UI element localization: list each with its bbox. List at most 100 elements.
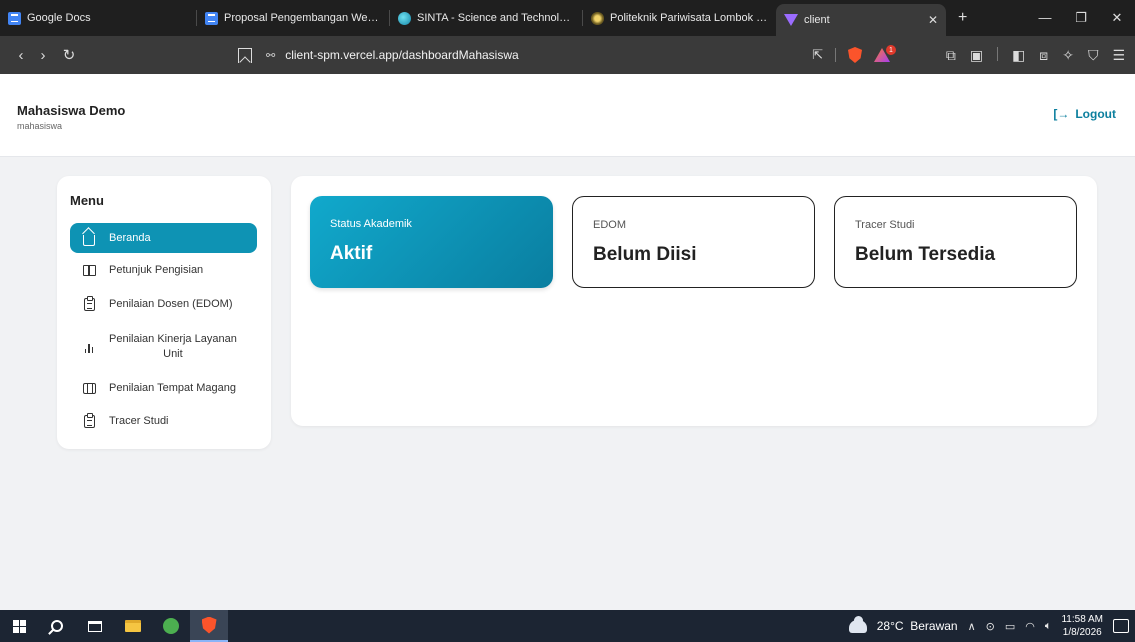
card-value: Aktif — [330, 243, 373, 264]
close-window-button[interactable]: ✕ — [1099, 10, 1135, 26]
battery-icon[interactable]: ▭ — [1005, 620, 1015, 633]
meet-now-icon[interactable]: ⊙ — [986, 620, 995, 633]
menu-icon[interactable]: ☰ — [1112, 47, 1125, 64]
book-icon — [82, 263, 96, 277]
card-value: Belum Tersedia — [855, 244, 996, 265]
card-value: Belum Diisi — [593, 244, 697, 265]
logout-label: Logout — [1075, 107, 1116, 121]
brave-icon — [201, 616, 217, 634]
weather-text[interactable]: 28°C Berawan — [877, 619, 958, 633]
search-icon — [51, 620, 63, 632]
user-role: mahasiswa — [17, 121, 63, 131]
status-akademik-card: Status Akademik Aktif — [310, 196, 553, 288]
sidebar-item-label: Penilaian Kinerja Layanan Unit — [109, 332, 237, 362]
clock[interactable]: 11:58 AM 1/8/2026 — [1061, 613, 1103, 639]
tab-label: SINTA - Science and Technology In — [417, 12, 575, 24]
utorrent-icon — [163, 618, 179, 634]
share-icon[interactable]: ⇱ — [812, 47, 823, 63]
close-tab-icon[interactable]: ✕ — [904, 13, 938, 27]
tab-politeknik[interactable]: Politeknik Pariwisata Lombok - Lo — [583, 0, 776, 36]
task-view-button[interactable] — [76, 610, 114, 642]
sidebar-item-petunjuk-pengisian[interactable]: Petunjuk Pengisian — [70, 262, 257, 278]
sidebar-item-label: Petunjuk Pengisian — [109, 264, 204, 276]
tab-sinta[interactable]: SINTA - Science and Technology In — [390, 0, 583, 36]
sidebar-item-tracer-studi[interactable]: Tracer Studi — [70, 412, 257, 429]
vpn-icon[interactable]: ⛉ — [1088, 47, 1099, 64]
forward-icon[interactable]: › — [32, 47, 54, 64]
google-docs-icon — [205, 11, 218, 25]
weather-icon[interactable] — [848, 615, 867, 633]
browser-toolbar: ‹ › ↻ ⚯ client-spm.vercel.app/dashboardM… — [0, 36, 1135, 74]
bar-chart-icon — [82, 340, 96, 354]
tab-client[interactable]: client ✕ — [776, 4, 946, 36]
minimize-button[interactable]: — — [1027, 10, 1063, 26]
file-explorer-button[interactable] — [114, 610, 152, 642]
reload-icon[interactable]: ↻ — [58, 46, 80, 64]
task-view-icon — [88, 620, 102, 632]
sidebar-item-beranda[interactable]: Beranda — [70, 223, 257, 253]
tab-proposal[interactable]: Proposal Pengembangan Website — [197, 0, 390, 36]
folder-icon — [125, 620, 141, 632]
sidebar-item-label: Beranda — [109, 232, 151, 244]
utorrent-button[interactable] — [152, 610, 190, 642]
sidebar-item-label: Penilaian Dosen (EDOM) — [109, 298, 233, 310]
home-icon — [82, 231, 96, 246]
window-controls: — ❐ ✕ — [1027, 10, 1135, 26]
clipboard-icon — [82, 295, 96, 311]
bookmark-icon[interactable] — [238, 47, 252, 63]
logout-icon: [→ — [1053, 107, 1070, 121]
url-text[interactable]: client-spm.vercel.app/dashboardMahasiswa — [285, 48, 518, 62]
tab-google-docs[interactable]: Google Docs — [0, 0, 197, 36]
user-name: Mahasiswa Demo — [17, 103, 126, 118]
windows-taskbar: 28°C Berawan ∧ ⊙ ▭ ◠ 🔈︎ 11:58 AM 1/8/202… — [0, 610, 1135, 642]
extensions-icon[interactable]: ⧉ — [946, 47, 956, 64]
sidebar-toggle-icon[interactable]: ◧ — [1012, 47, 1025, 64]
sidebar-item-label: Penilaian Tempat Magang — [109, 382, 236, 394]
brave-taskbar-button[interactable] — [190, 610, 228, 642]
logout-button[interactable]: [→ Logout — [1053, 107, 1116, 121]
rewards-badge: 1 — [886, 45, 896, 55]
screenshot-icon[interactable]: ▣ — [970, 47, 983, 64]
sidebar-item-label: Tracer Studi — [109, 415, 169, 427]
brave-shields-icon[interactable] — [848, 47, 862, 63]
tab-label: Google Docs — [27, 12, 91, 24]
card-label: Status Akademik — [330, 218, 412, 230]
tab-label: client — [804, 14, 830, 26]
address-bar[interactable]: ⚯ client-spm.vercel.app/dashboardMahasis… — [266, 41, 906, 69]
menu-title: Menu — [70, 193, 104, 208]
dashboard-panel: Status Akademik Aktif EDOM Belum Diisi T… — [291, 176, 1097, 426]
sidebar-item-penilaian-dosen[interactable]: Penilaian Dosen (EDOM) — [70, 295, 257, 312]
search-button[interactable] — [38, 610, 76, 642]
sidebar-item-penilaian-kinerja[interactable]: Penilaian Kinerja Layanan Unit — [70, 331, 257, 363]
briefcase-icon — [82, 381, 96, 395]
app-header: Mahasiswa Demo mahasiswa [→ Logout — [0, 74, 1135, 157]
vercel-icon — [784, 14, 798, 26]
sidebar-menu: Menu Beranda Petunjuk Pengisian Penilaia… — [57, 176, 271, 449]
new-tab-button[interactable]: + — [946, 9, 979, 27]
chevron-up-icon[interactable]: ∧ — [968, 620, 976, 633]
notifications-icon[interactable] — [1113, 619, 1129, 633]
clock-date: 1/8/2026 — [1062, 627, 1102, 638]
tab-manager-icon[interactable]: ⧈ — [1039, 47, 1048, 64]
card-label: Tracer Studi — [855, 219, 915, 231]
tracer-studi-card: Tracer Studi Belum Tersedia — [834, 196, 1077, 288]
site-settings-icon[interactable]: ⚯ — [266, 49, 275, 62]
label-line-2: Unit — [163, 348, 183, 360]
leo-ai-icon[interactable]: ✧ — [1062, 47, 1074, 64]
windows-icon — [12, 619, 26, 633]
edom-card: EDOM Belum Diisi — [572, 196, 815, 288]
label-line-1: Penilaian Kinerja Layanan — [109, 333, 237, 345]
google-docs-icon — [8, 11, 21, 25]
restore-button[interactable]: ❐ — [1063, 10, 1099, 26]
clipboard-icon — [82, 412, 96, 428]
sinta-icon — [398, 11, 411, 25]
start-button[interactable] — [0, 610, 38, 642]
clock-time: 11:58 AM — [1061, 614, 1103, 625]
back-icon[interactable]: ‹ — [10, 47, 32, 64]
wifi-icon[interactable]: ◠ — [1025, 620, 1035, 633]
volume-icon[interactable]: 🔈︎ — [1045, 620, 1052, 633]
sidebar-item-penilaian-tempat-magang[interactable]: Penilaian Tempat Magang — [70, 380, 257, 396]
system-tray: 28°C Berawan ∧ ⊙ ▭ ◠ 🔈︎ 11:58 AM 1/8/202… — [848, 613, 1135, 639]
tab-label: Politeknik Pariwisata Lombok - Lo — [610, 12, 768, 24]
browser-tab-bar: Google Docs Proposal Pengembangan Websit… — [0, 0, 1135, 36]
